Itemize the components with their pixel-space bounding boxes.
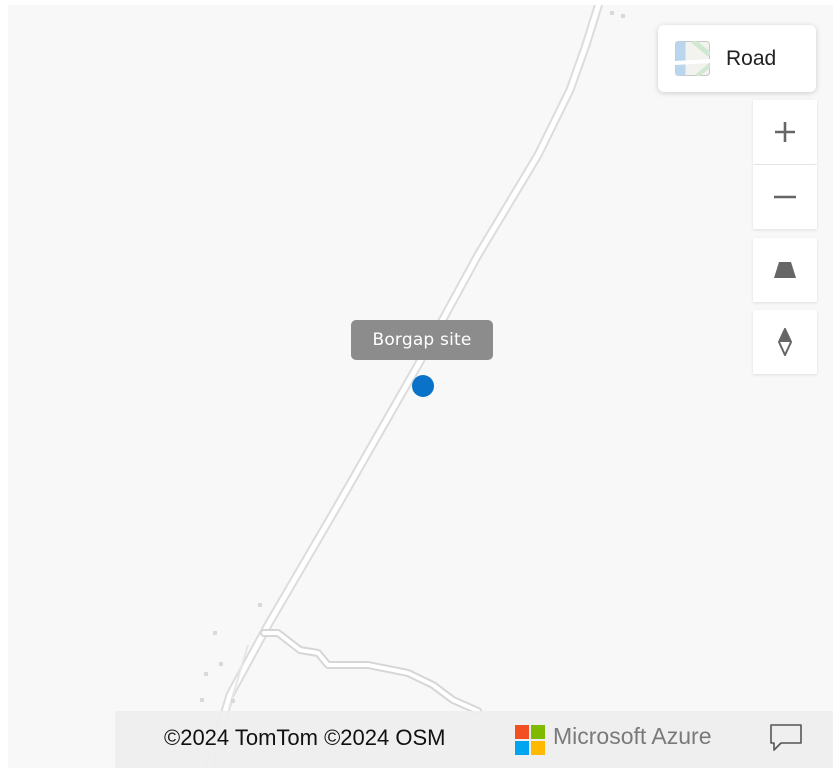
copyright-text: ©2024 TomTom ©2024 OSM	[164, 725, 446, 750]
popup-label: Borgap site	[372, 330, 472, 350]
main-road	[203, 5, 604, 768]
pitch-button[interactable]	[753, 238, 817, 302]
location-popup: Borgap site	[351, 320, 493, 360]
road-style-thumbnail-icon	[675, 41, 710, 76]
zoom-out-button[interactable]	[753, 165, 817, 229]
microsoft-azure-brand[interactable]: Microsoft Azure	[553, 723, 712, 750]
minus-icon	[774, 195, 796, 199]
compass-icon	[778, 328, 792, 356]
location-marker[interactable]	[412, 375, 434, 397]
pitch-trapezoid-icon	[774, 262, 796, 278]
side-road	[260, 629, 482, 715]
feedback-speech-bubble-icon[interactable]	[769, 723, 803, 753]
zoom-in-button[interactable]	[753, 100, 817, 164]
compass-button[interactable]	[753, 310, 817, 374]
map-style-label: Road	[726, 46, 777, 70]
map-canvas[interactable]: Road Borgap site ©2024 TomTom ©2024 OSM	[8, 5, 833, 768]
attribution-bar: ©2024 TomTom ©2024 OSM Microsoft Azure	[115, 711, 833, 768]
microsoft-logo-icon	[515, 725, 545, 755]
plus-icon	[775, 122, 795, 142]
map-style-picker-button[interactable]: Road	[658, 25, 816, 92]
